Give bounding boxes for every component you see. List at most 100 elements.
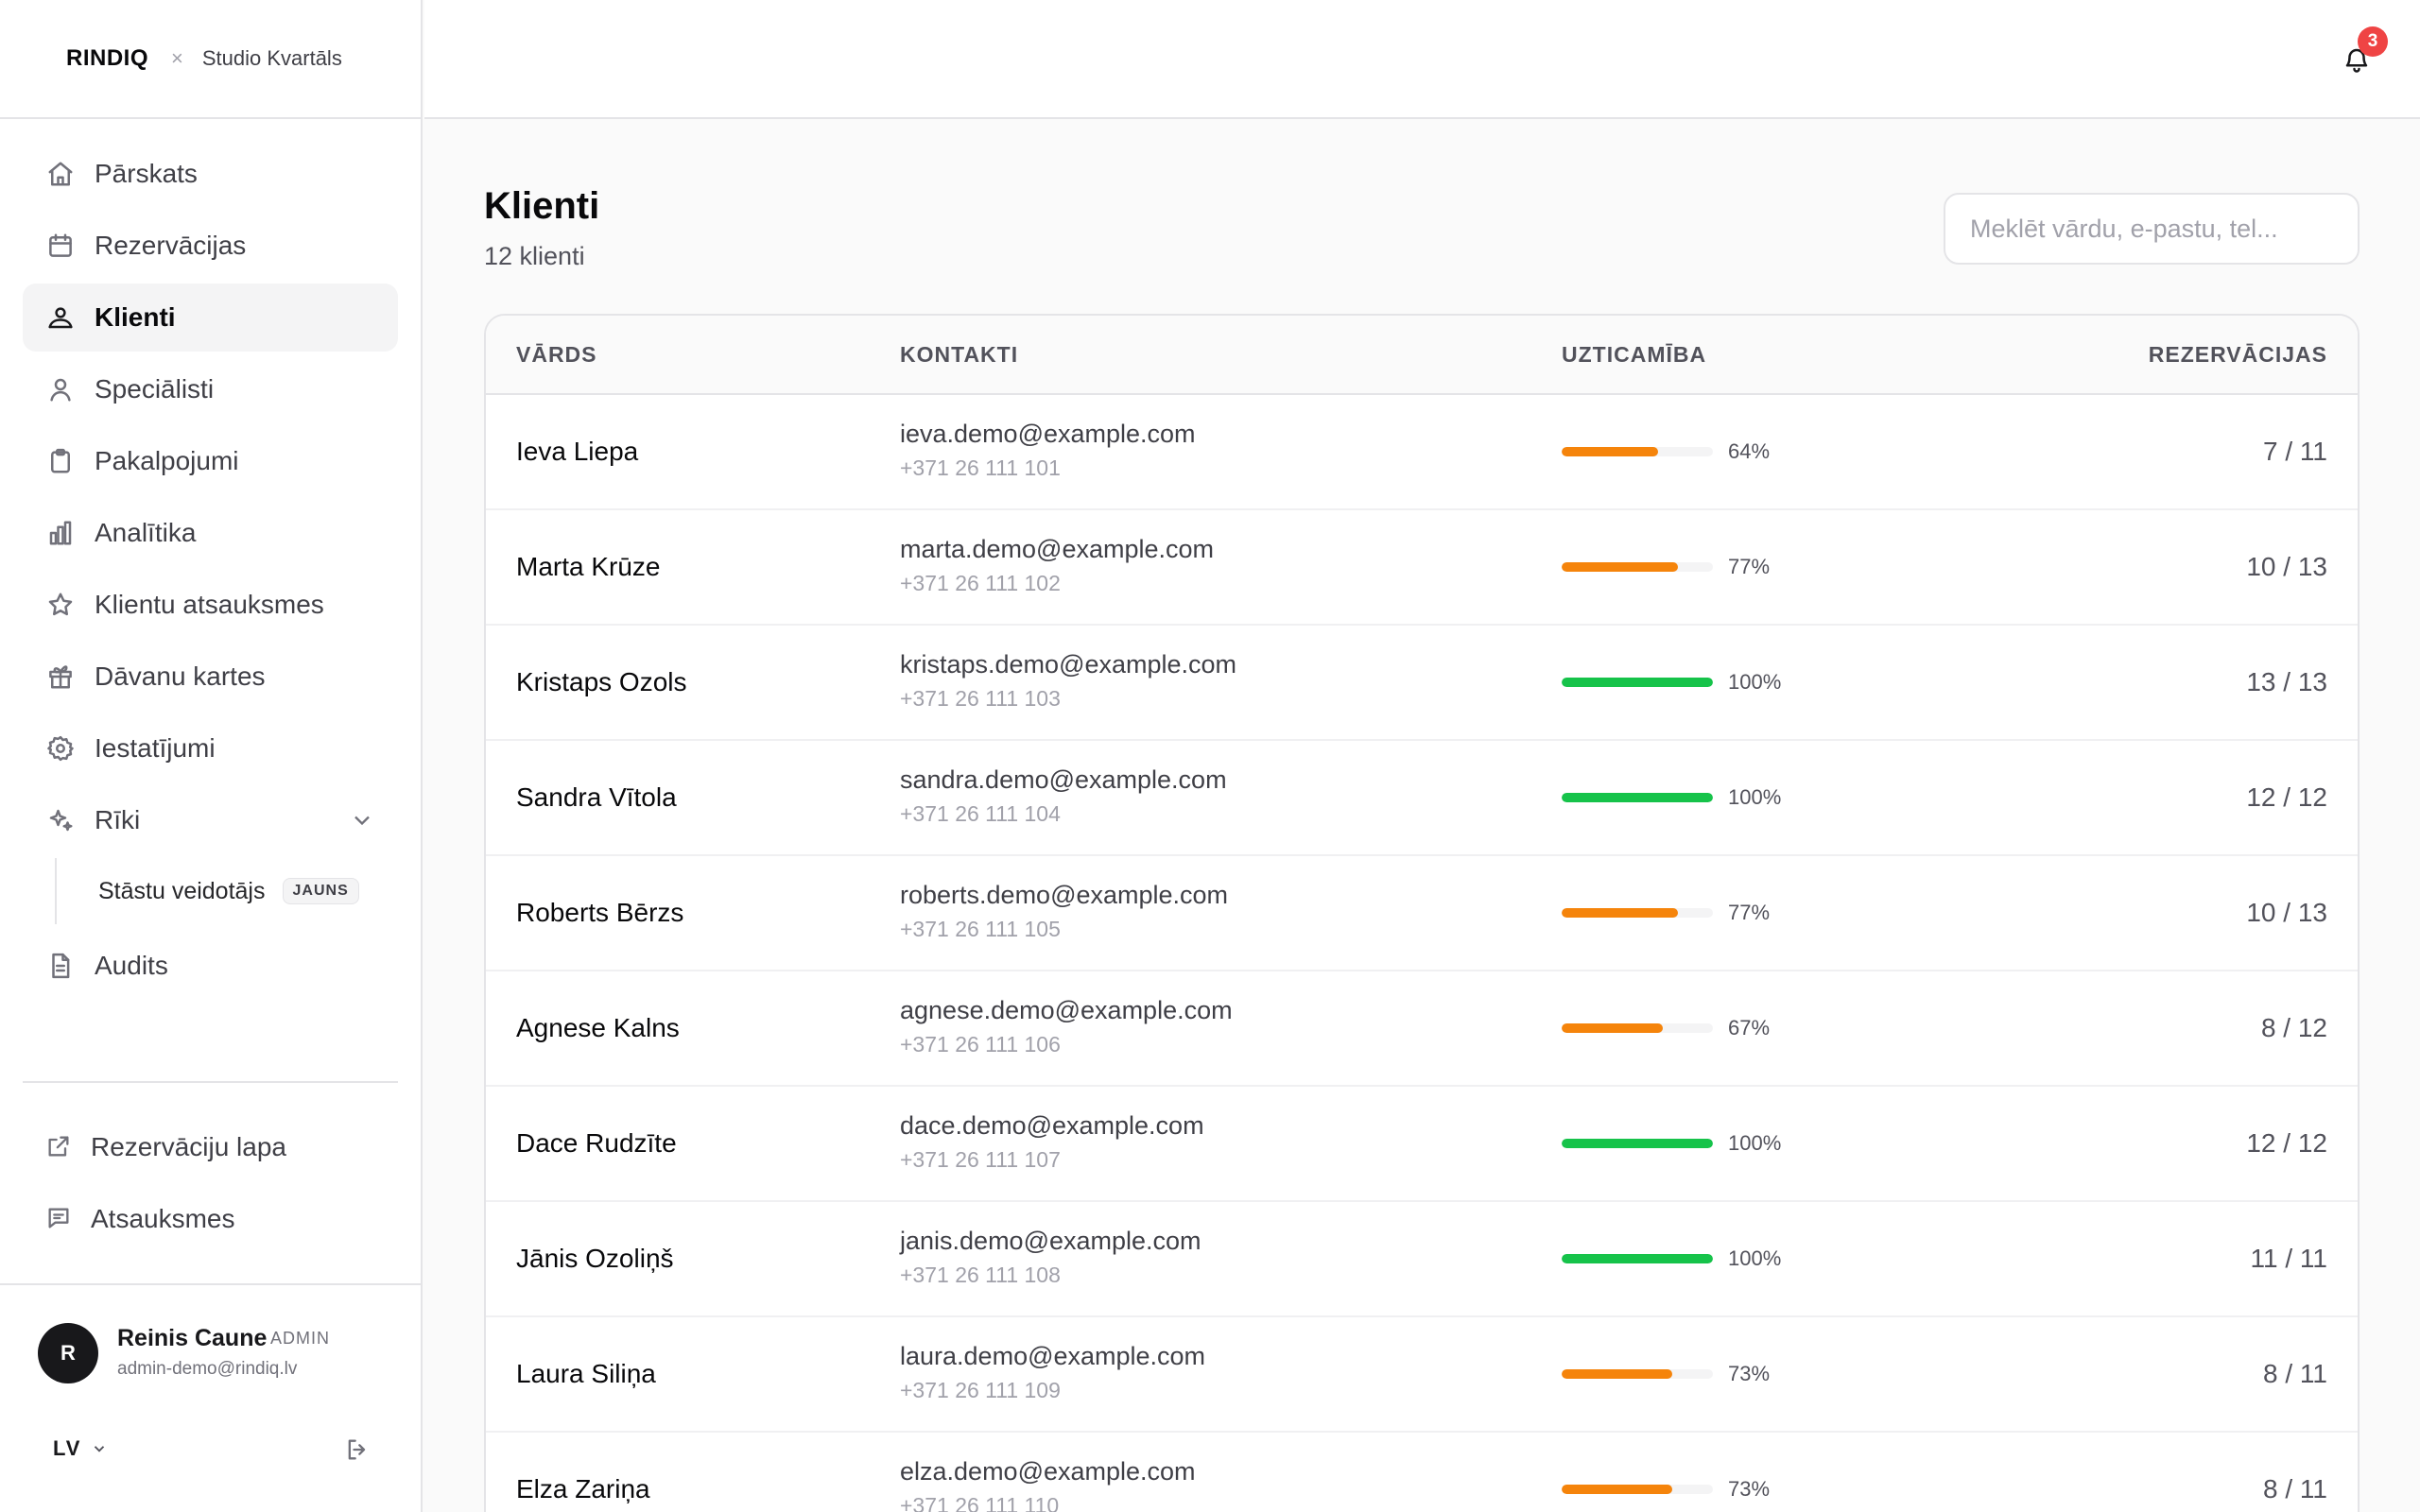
calendar-icon bbox=[45, 231, 76, 261]
table-row[interactable]: Ieva Liepa ieva.demo@example.com +371 26 1… bbox=[486, 395, 2358, 510]
nav-label: Analītika bbox=[95, 518, 197, 547]
table-row[interactable]: Dace Rudzīte dace.demo@example.com +371 26… bbox=[486, 1087, 2358, 1202]
sidebar-footer-links: Rezervāciju lapa Atsauksmes bbox=[23, 1111, 398, 1255]
column-header-bookings[interactable]: REZERVĀCIJAS bbox=[2149, 342, 2327, 368]
table-header: VĀRDS KONTAKTI UZTICAMĪBA REZERVĀCIJAS bbox=[486, 316, 2358, 395]
search-input[interactable] bbox=[1944, 193, 2360, 265]
brand-logo-text: RINDIQ bbox=[66, 45, 148, 71]
nav-item-klientu-atsauksmes[interactable]: Klientu atsauksmes bbox=[23, 571, 398, 639]
client-email[interactable]: marta.demo@example.com bbox=[900, 535, 1214, 564]
column-header-contacts[interactable]: KONTAKTI bbox=[900, 342, 1018, 368]
reliability-bar-fill bbox=[1562, 562, 1679, 572]
notifications-button[interactable]: 3 bbox=[2342, 26, 2388, 77]
reliability-bar bbox=[1562, 1023, 1713, 1033]
chevron-down-icon[interactable] bbox=[349, 807, 375, 833]
reliability-bar bbox=[1562, 678, 1713, 687]
avatar[interactable]: R bbox=[38, 1323, 98, 1383]
nav-item-klienti[interactable]: Klienti bbox=[23, 284, 398, 352]
bookings-count: 8 / 12 bbox=[2260, 1013, 2327, 1042]
link-label: Rezervāciju lapa bbox=[91, 1132, 286, 1161]
reliability-percent: 73% bbox=[1728, 1362, 1771, 1385]
nav-item-iestatijumi[interactable]: Iestatījumi bbox=[23, 714, 398, 782]
client-email[interactable]: roberts.demo@example.com bbox=[900, 881, 1228, 910]
nav-item-rezervacijas[interactable]: Rezervācijas bbox=[23, 212, 398, 280]
subnav-item-stastu-veidotajs[interactable]: Stāstu veidotājs JAUNS bbox=[57, 862, 398, 920]
table-row[interactable]: Laura Siliņa laura.demo@example.com +371 2… bbox=[486, 1317, 2358, 1433]
client-email[interactable]: laura.demo@example.com bbox=[900, 1342, 1205, 1371]
client-name: Marta Krūze bbox=[516, 552, 661, 581]
client-phone: +371 26 111 101 bbox=[900, 455, 1061, 480]
nav-item-parskats[interactable]: Pārskats bbox=[23, 140, 398, 208]
table-row[interactable]: Roberts Bērzs roberts.demo@example.com +37… bbox=[486, 856, 2358, 971]
reliability-percent: 64% bbox=[1728, 439, 1771, 463]
client-name: Roberts Bērzs bbox=[516, 898, 684, 927]
table-row[interactable]: Sandra Vītola sandra.demo@example.com +371… bbox=[486, 741, 2358, 856]
table-row[interactable]: Agnese Kalns agnese.demo@example.com +371 … bbox=[486, 971, 2358, 1087]
client-name: Laura Siliņa bbox=[516, 1359, 656, 1388]
client-name: Ieva Liepa bbox=[516, 437, 639, 466]
client-name: Sandra Vītola bbox=[516, 782, 677, 812]
sidebar-divider bbox=[23, 1081, 398, 1083]
client-phone: +371 26 111 110 bbox=[900, 1493, 1060, 1512]
bookings-count: 8 / 11 bbox=[2263, 1474, 2327, 1503]
external-link-icon bbox=[45, 1133, 74, 1161]
client-email[interactable]: ieva.demo@example.com bbox=[900, 420, 1196, 449]
reliability-bar-fill bbox=[1562, 793, 1713, 802]
bookings-count: 10 / 13 bbox=[2246, 552, 2327, 581]
bookings-count: 13 / 13 bbox=[2246, 667, 2327, 696]
client-email[interactable]: kristaps.demo@example.com bbox=[900, 650, 1236, 679]
client-phone: +371 26 111 107 bbox=[900, 1147, 1061, 1172]
nav-label: Klienti bbox=[95, 302, 176, 332]
client-email[interactable]: elza.demo@example.com bbox=[900, 1457, 1196, 1486]
client-phone: +371 26 111 102 bbox=[900, 571, 1061, 595]
client-email[interactable]: janis.demo@example.com bbox=[900, 1227, 1201, 1256]
table-row[interactable]: Jānis Ozoliņš janis.demo@example.com +371 … bbox=[486, 1202, 2358, 1317]
nav-label: Pakalpojumi bbox=[95, 446, 239, 475]
bookings-count: 7 / 11 bbox=[2263, 437, 2327, 466]
nav-item-audits[interactable]: Audits bbox=[23, 932, 398, 1000]
language-select[interactable]: LV bbox=[53, 1436, 108, 1461]
subnav-label: Stāstu veidotājs bbox=[98, 877, 266, 904]
reliability-bar bbox=[1562, 1485, 1713, 1494]
link-rezervaciju-lapa[interactable]: Rezervāciju lapa bbox=[23, 1111, 398, 1183]
chevron-down-icon bbox=[95, 1446, 105, 1452]
client-name: Dace Rudzīte bbox=[516, 1128, 677, 1158]
nav-item-analitika[interactable]: Analītika bbox=[23, 499, 398, 567]
client-phone: +371 26 111 103 bbox=[900, 686, 1061, 711]
link-atsauksmes[interactable]: Atsauksmes bbox=[23, 1183, 398, 1255]
column-header-name[interactable]: VĀRDS bbox=[516, 342, 597, 368]
page-title: Klienti bbox=[484, 185, 600, 227]
client-phone: +371 26 111 104 bbox=[900, 801, 1061, 826]
client-phone: +371 26 111 105 bbox=[900, 917, 1061, 941]
reliability-percent: 100% bbox=[1728, 1246, 1782, 1270]
client-name: Jānis Ozoliņš bbox=[516, 1244, 674, 1273]
reliability-bar-fill bbox=[1562, 1485, 1672, 1494]
nav-item-davanu-kartes[interactable]: Dāvanu kartes bbox=[23, 643, 398, 711]
document-icon bbox=[45, 951, 76, 981]
nav-item-specialisti[interactable]: Speciālisti bbox=[23, 355, 398, 423]
column-header-reliability[interactable]: UZTICAMĪBA bbox=[1562, 342, 1706, 368]
client-email[interactable]: dace.demo@example.com bbox=[900, 1111, 1204, 1141]
nav-item-riki[interactable]: Rīki bbox=[23, 786, 398, 854]
reliability-bar-fill bbox=[1562, 1254, 1713, 1263]
nav-label: Speciālisti bbox=[95, 374, 215, 404]
bar-chart-icon bbox=[45, 518, 76, 548]
logout-icon[interactable] bbox=[344, 1436, 372, 1465]
user-name: Reinis Caune bbox=[117, 1325, 268, 1351]
user-role-badge: ADMIN bbox=[270, 1329, 330, 1348]
notification-count-badge: 3 bbox=[2358, 26, 2388, 57]
star-icon bbox=[45, 590, 76, 620]
client-email[interactable]: sandra.demo@example.com bbox=[900, 765, 1227, 795]
nav-item-pakalpojumi[interactable]: Pakalpojumi bbox=[23, 427, 398, 495]
reliability-bar bbox=[1562, 562, 1713, 572]
table-row[interactable]: Marta Krūze marta.demo@example.com +371 26… bbox=[486, 510, 2358, 626]
client-name: Kristaps Ozols bbox=[516, 667, 687, 696]
client-email[interactable]: agnese.demo@example.com bbox=[900, 996, 1233, 1025]
client-phone: +371 26 111 108 bbox=[900, 1263, 1061, 1287]
nav-label: Iestatījumi bbox=[95, 733, 216, 763]
gift-icon bbox=[45, 662, 76, 692]
table-row[interactable]: Elza Zariņa elza.demo@example.com +371 26 … bbox=[486, 1433, 2358, 1512]
reliability-percent: 77% bbox=[1728, 555, 1771, 578]
table-row[interactable]: Kristaps Ozols kristaps.demo@example.com +… bbox=[486, 626, 2358, 741]
reliability-percent: 100% bbox=[1728, 1131, 1782, 1155]
